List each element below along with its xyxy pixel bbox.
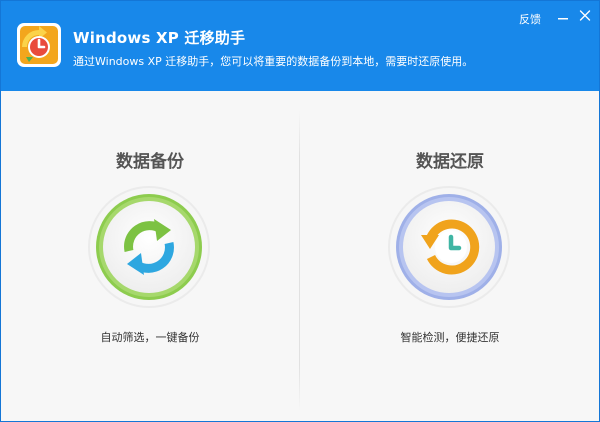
- backup-button[interactable]: [87, 185, 211, 309]
- restore-panel: 数据还原 智能检测，便捷还原: [301, 91, 599, 421]
- backup-title: 数据备份: [116, 152, 184, 172]
- header: Windows XP 迁移助手 通过Windows XP 迁移助手，您可以将重要…: [1, 1, 599, 91]
- app-window: Windows XP 迁移助手 通过Windows XP 迁移助手，您可以将重要…: [0, 0, 600, 422]
- app-logo-icon: [17, 23, 61, 67]
- backup-description: 自动筛选，一键备份: [100, 331, 200, 344]
- panel-divider: [299, 111, 300, 411]
- close-icon[interactable]: [575, 7, 595, 25]
- app-subtitle: 通过Windows XP 迁移助手，您可以将重要的数据备份到本地，需要时还原使用…: [73, 55, 474, 68]
- app-title: Windows XP 迁移助手: [73, 29, 246, 47]
- feedback-link[interactable]: 反馈: [519, 11, 541, 27]
- restore-button[interactable]: [387, 185, 511, 309]
- restore-description: 智能检测，便捷还原: [400, 331, 500, 344]
- minimize-icon[interactable]: [553, 7, 573, 25]
- restore-title: 数据还原: [416, 152, 484, 172]
- backup-panel: 数据备份 自动筛选，一键备份: [1, 91, 299, 421]
